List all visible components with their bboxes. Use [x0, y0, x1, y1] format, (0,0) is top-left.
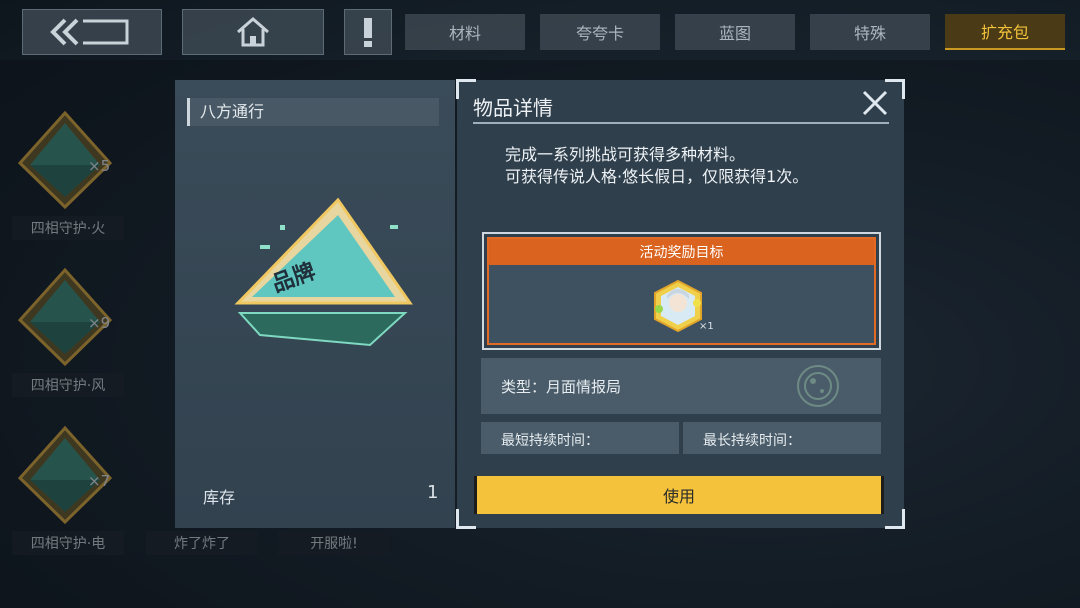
stock-label: 库存	[203, 488, 236, 507]
close-icon	[862, 90, 888, 116]
brand-pyramid-icon	[234, 197, 413, 347]
item-preview-panel: 八方通行 品牌 库存 1	[175, 80, 455, 528]
reward-inner: 活动奖励目标 ×1	[487, 237, 876, 345]
reward-item[interactable]	[651, 279, 705, 333]
type-box: 类型：月面情报局	[481, 358, 881, 414]
reward-header: 活动奖励目标	[489, 239, 874, 265]
use-button[interactable]: 使用	[474, 476, 884, 514]
max-duration-box: 最长持续时间：	[683, 422, 881, 454]
item-name: 八方通行	[187, 98, 439, 126]
tab-praise-cards[interactable]: 夸夸卡	[540, 14, 660, 50]
detail-title: 物品详情	[473, 96, 553, 120]
exclamation-icon	[364, 18, 372, 47]
stock-value: 1	[427, 482, 439, 503]
reward-count: ×1	[699, 321, 714, 332]
tab-special[interactable]: 特殊	[810, 14, 930, 50]
moon-icon	[797, 365, 839, 407]
back-button[interactable]	[22, 9, 162, 55]
tab-blueprints[interactable]: 蓝图	[675, 14, 795, 50]
tab-expansion-packs[interactable]: 扩充包	[945, 14, 1065, 50]
title-divider	[473, 122, 889, 124]
item-detail-panel: 物品详情 完成一系列挑战可获得多种材料。 可获得传说人格·悠长假日，仅限获得1次…	[456, 79, 905, 529]
reward-box: 活动奖励目标 ×1	[482, 232, 881, 350]
frame-corner	[456, 509, 476, 529]
frame-corner	[885, 509, 905, 529]
max-duration-label: 最长持续时间：	[703, 433, 801, 449]
close-button[interactable]	[860, 88, 890, 118]
home-icon	[237, 17, 269, 47]
min-duration-label: 最短持续时间：	[501, 433, 599, 449]
tab-materials[interactable]: 材料	[405, 14, 525, 50]
min-duration-box: 最短持续时间：	[481, 422, 679, 454]
item-description: 完成一系列挑战可获得多种材料。 可获得传说人格·悠长假日，仅限获得1次。	[505, 145, 809, 186]
character-avatar-icon	[654, 279, 702, 333]
item-type: 类型：月面情报局	[501, 378, 622, 396]
alert-button[interactable]	[344, 9, 392, 55]
home-button[interactable]	[182, 9, 324, 55]
back-arrow-icon	[50, 18, 129, 46]
